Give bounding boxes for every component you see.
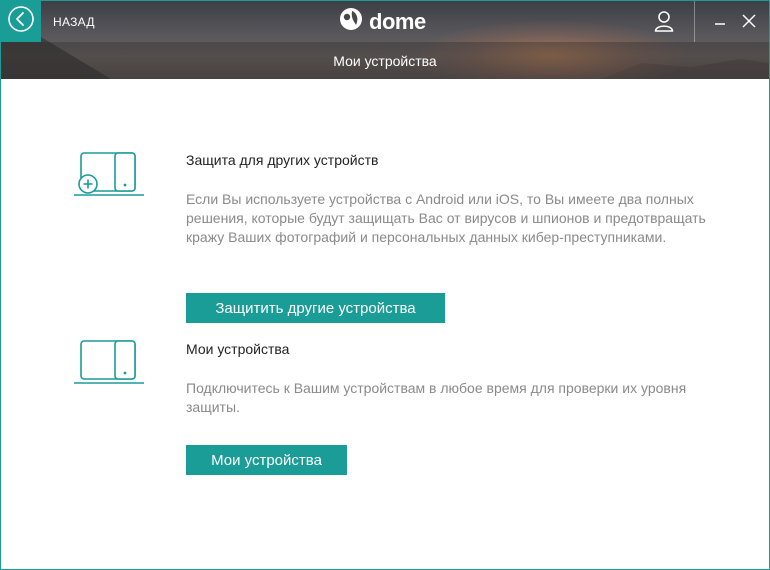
section-title: Защита для других устройств bbox=[186, 152, 379, 168]
minimize-button[interactable] bbox=[710, 11, 730, 31]
close-button[interactable] bbox=[739, 11, 759, 31]
my-devices-button[interactable]: Мои устройства bbox=[186, 445, 347, 475]
back-arrow-icon bbox=[7, 5, 35, 38]
app-window: НАЗАД dome Мои устройства Защита для дру… bbox=[0, 0, 770, 570]
dome-logo: dome bbox=[339, 7, 426, 36]
close-icon bbox=[739, 14, 759, 35]
user-icon bbox=[654, 10, 674, 37]
panda-logo-icon bbox=[339, 7, 363, 36]
back-button[interactable] bbox=[1, 1, 41, 42]
devices-icon bbox=[73, 337, 145, 392]
logo-text: dome bbox=[369, 8, 426, 34]
header: НАЗАД dome Мои устройства bbox=[1, 1, 769, 79]
user-account-button[interactable] bbox=[649, 9, 679, 37]
section-description: Если Вы используете устройства с Android… bbox=[186, 191, 706, 245]
back-label[interactable]: НАЗАД bbox=[53, 15, 95, 29]
protect-other-devices-button[interactable]: Защитить другие устройства bbox=[186, 293, 445, 323]
header-separator bbox=[694, 1, 695, 42]
page-title: Мои устройства bbox=[333, 52, 437, 69]
section-description: Подключитесь к Вашим устройствам в любое… bbox=[186, 380, 687, 415]
subtitle-bar: Мои устройства bbox=[1, 42, 769, 79]
devices-add-icon bbox=[73, 149, 145, 204]
minimize-icon bbox=[710, 18, 730, 35]
section-title: Мои устройства bbox=[186, 341, 290, 357]
